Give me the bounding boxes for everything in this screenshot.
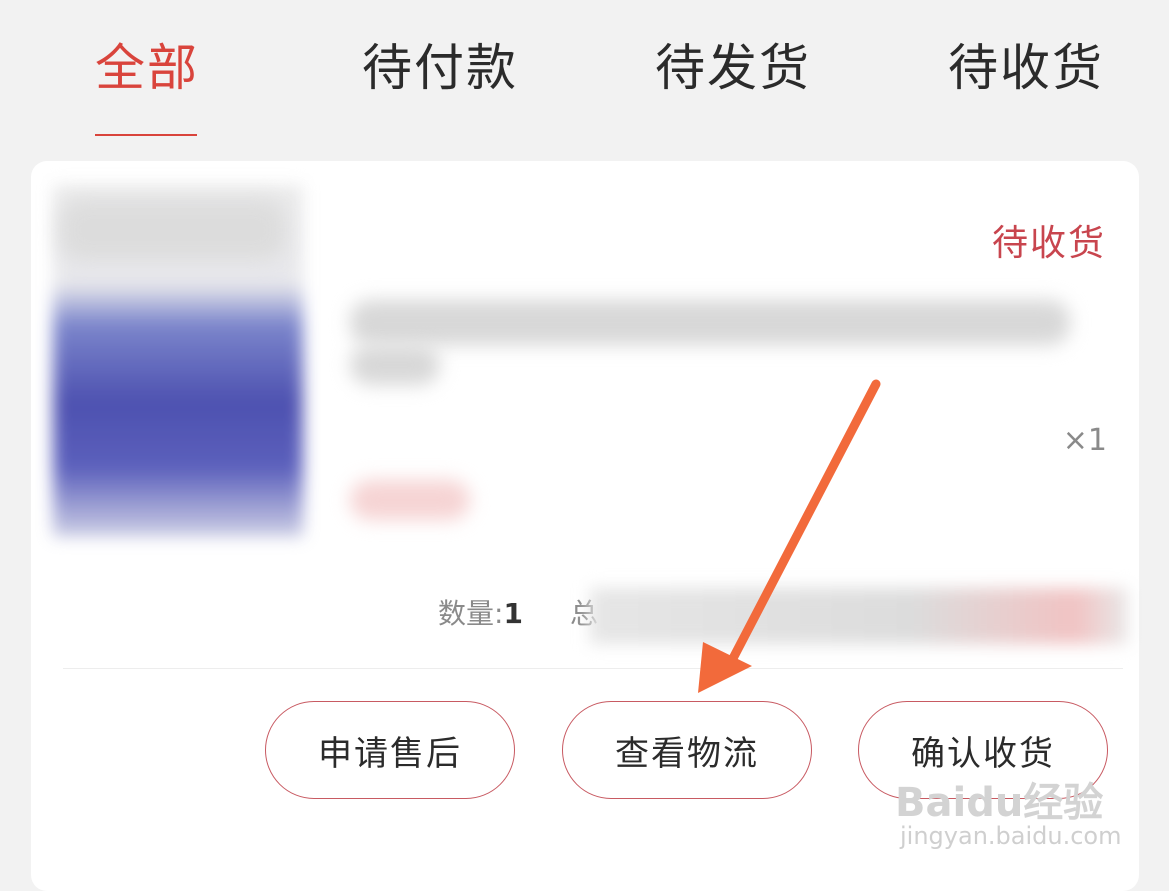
- tab-pending-payment[interactable]: 待付款: [362, 38, 518, 98]
- tab-pending-receipt[interactable]: 待收货: [948, 38, 1104, 98]
- count-label: 数量:: [438, 597, 504, 630]
- tab-pending-shipment[interactable]: 待发货: [655, 38, 811, 98]
- product-title-blurred-2: [350, 345, 440, 385]
- tab-all[interactable]: 全部: [95, 38, 199, 98]
- product-title-blurred: [350, 300, 1070, 345]
- count-value: 1: [503, 597, 523, 630]
- view-logistics-button[interactable]: 查看物流: [562, 701, 812, 799]
- baidu-watermark: Baidu经验: [895, 780, 1104, 826]
- item-quantity: ×1: [1062, 423, 1107, 458]
- order-tabs: 全部 待付款 待发货 待收货: [0, 0, 1169, 150]
- shop-name-blurred: [60, 200, 285, 260]
- active-tab-indicator: [95, 134, 197, 136]
- count-summary: 数量:1: [438, 592, 523, 632]
- card-divider: [63, 668, 1123, 669]
- baidu-watermark-url: jingyan.baidu.com: [900, 822, 1122, 850]
- order-status: 待收货: [991, 223, 1106, 264]
- product-price-blurred: [350, 480, 470, 520]
- total-amount-blurred: [590, 588, 1128, 644]
- after-sales-button[interactable]: 申请售后: [265, 701, 515, 799]
